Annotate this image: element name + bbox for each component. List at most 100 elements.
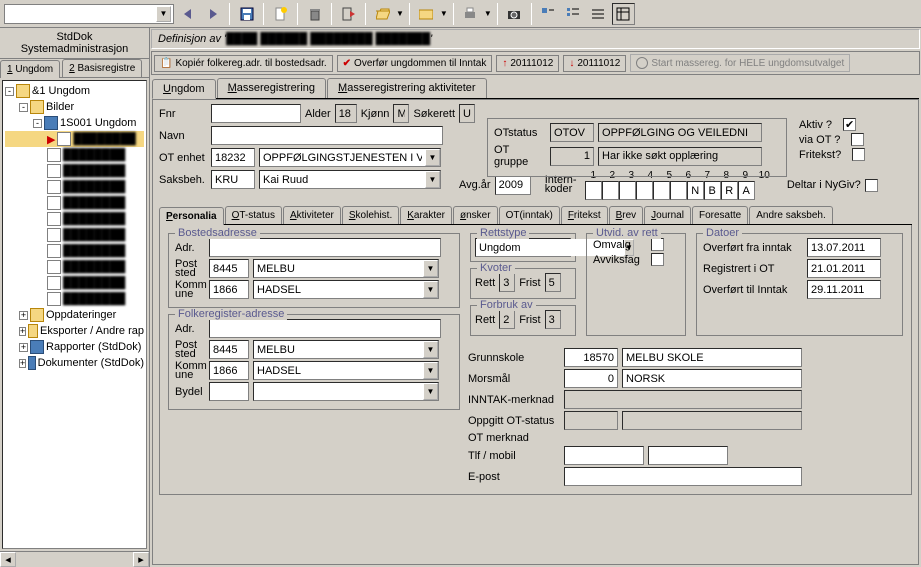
internkode-field[interactable] bbox=[602, 181, 619, 200]
main-panel: Definisjon av '████ ██████ ████████ ████… bbox=[150, 28, 921, 567]
overfort-til-field[interactable] bbox=[807, 280, 881, 299]
epost-field[interactable] bbox=[564, 467, 802, 486]
internkode-field[interactable] bbox=[721, 181, 738, 200]
subtab-otstatus[interactable]: OT-status bbox=[225, 206, 282, 224]
aktiv-checkbox[interactable]: ✔ bbox=[843, 118, 856, 131]
avgar-label: Avg.år bbox=[459, 179, 491, 191]
open-icon[interactable] bbox=[371, 3, 394, 25]
epost-label: E-post bbox=[468, 471, 560, 483]
viaot-checkbox[interactable] bbox=[851, 133, 864, 146]
tab-masseregistrering[interactable]: Masseregistrering bbox=[217, 78, 326, 98]
subtab-fritekst[interactable]: Fritekst bbox=[561, 206, 608, 224]
subtab-andresaksbeh[interactable]: Andre saksbeh. bbox=[749, 206, 833, 224]
grunnskole-code[interactable] bbox=[564, 348, 618, 367]
internkoder-label: Intern-koder bbox=[545, 176, 581, 194]
subtab-aktiviteter[interactable]: Aktiviteter bbox=[283, 206, 341, 224]
bosted-post-combo[interactable]: ▼ bbox=[253, 259, 439, 278]
overfor-inntak-button[interactable]: ✔Overfør ungdommen til Inntak bbox=[337, 55, 493, 72]
copy-folkereg-button[interactable]: 📋Kopiér folkereg.adr. til bostedsadr. bbox=[154, 55, 333, 72]
otenhet-code-field[interactable] bbox=[211, 148, 255, 167]
avgar-field[interactable] bbox=[495, 176, 531, 195]
subtab-otinntak[interactable]: OT(inntak) bbox=[499, 206, 560, 224]
avviksfag-checkbox[interactable] bbox=[651, 253, 664, 266]
internkode-field[interactable] bbox=[585, 181, 602, 200]
internkode-field[interactable] bbox=[636, 181, 653, 200]
tab-ungdom[interactable]: 1 Ungdom bbox=[0, 60, 60, 78]
camera-icon[interactable] bbox=[503, 3, 526, 25]
saksbeh-code-field[interactable] bbox=[211, 170, 255, 189]
folkereg-komm-code[interactable] bbox=[209, 361, 249, 380]
toolbar-combo[interactable]: ▼ bbox=[4, 4, 174, 24]
print-icon[interactable] bbox=[459, 3, 482, 25]
folder-icon[interactable] bbox=[415, 3, 438, 25]
sub-tabs: PersonaliaOT-statusAktiviteterSkolehist.… bbox=[159, 206, 912, 225]
tlf1-field[interactable] bbox=[564, 446, 644, 465]
avviksfag-label: Avviksfag bbox=[593, 254, 647, 266]
navn-field[interactable] bbox=[211, 126, 443, 145]
bosted-post-code[interactable] bbox=[209, 259, 249, 278]
nav-next-button[interactable] bbox=[201, 3, 224, 25]
view-large-icon[interactable] bbox=[537, 3, 560, 25]
chevron-down-icon[interactable]: ▼ bbox=[156, 6, 171, 22]
internkode-field[interactable] bbox=[619, 181, 636, 200]
nav-prev-button[interactable] bbox=[176, 3, 199, 25]
internkode-field[interactable] bbox=[670, 181, 687, 200]
saksbeh-combo[interactable]: ▼ bbox=[259, 170, 441, 189]
fritekst-label: Fritekst? bbox=[799, 149, 841, 161]
bydel-code[interactable] bbox=[209, 382, 249, 401]
rettstype-combo[interactable]: ▼ bbox=[475, 238, 571, 257]
grunnskole-label: Grunnskole bbox=[468, 352, 560, 364]
subtab-brev[interactable]: Brev bbox=[609, 206, 644, 224]
internkode-field[interactable] bbox=[738, 181, 755, 200]
tlf2-field[interactable] bbox=[648, 446, 728, 465]
view-list-icon[interactable] bbox=[587, 3, 610, 25]
otstatus-code bbox=[550, 123, 594, 142]
morsmal-code[interactable] bbox=[564, 369, 618, 388]
tab-ungdom-main[interactable]: Ungdom bbox=[152, 79, 216, 99]
deltar-checkbox[interactable] bbox=[865, 179, 878, 192]
bosted-komm-code[interactable] bbox=[209, 280, 249, 299]
morsmal-text[interactable] bbox=[622, 369, 802, 388]
tree-hscroll[interactable]: ◂ ▸ bbox=[0, 551, 149, 567]
year-up-button[interactable]: ↑20111012 bbox=[496, 55, 559, 72]
fritekst-checkbox[interactable] bbox=[852, 148, 865, 161]
rettstype-fieldset: Rettstype ▼ bbox=[470, 233, 576, 262]
omvalg-checkbox[interactable] bbox=[651, 238, 664, 251]
internkode-field[interactable] bbox=[653, 181, 670, 200]
internkode-field[interactable] bbox=[704, 181, 721, 200]
sokerett-field bbox=[459, 104, 475, 123]
exit-icon[interactable] bbox=[337, 3, 360, 25]
folkereg-komm-combo[interactable]: ▼ bbox=[253, 361, 439, 380]
folkereg-komm-label: Komm une bbox=[175, 362, 205, 380]
delete-icon[interactable] bbox=[303, 3, 326, 25]
bosted-legend: Bostedsadresse bbox=[175, 227, 260, 239]
folkereg-adr-field[interactable] bbox=[209, 319, 441, 338]
subtab-foresatte[interactable]: Foresatte bbox=[692, 206, 748, 224]
subtab-personalia[interactable]: Personalia bbox=[159, 207, 224, 225]
fnr-field[interactable] bbox=[211, 104, 301, 123]
grunnskole-text[interactable] bbox=[622, 348, 802, 367]
bosted-komm-combo[interactable]: ▼ bbox=[253, 280, 439, 299]
view-small-icon[interactable] bbox=[562, 3, 585, 25]
view-details-icon[interactable] bbox=[612, 3, 635, 25]
internkode-field[interactable] bbox=[687, 181, 704, 200]
subtab-skolehist[interactable]: Skolehist. bbox=[342, 206, 399, 224]
tree-view[interactable]: -&1 Ungdom -Bilder -1S001 Ungdom ▶██████… bbox=[2, 80, 147, 549]
overfort-fra-field[interactable] bbox=[807, 238, 881, 257]
bydel-combo[interactable]: ▼ bbox=[253, 382, 439, 401]
otgruppe-code bbox=[550, 147, 594, 166]
registrert-ot-field[interactable] bbox=[807, 259, 881, 278]
bosted-adr-field[interactable] bbox=[209, 238, 441, 257]
folkereg-post-code[interactable] bbox=[209, 340, 249, 359]
subtab-journal[interactable]: Journal bbox=[644, 206, 691, 224]
tlf-label: Tlf / mobil bbox=[468, 450, 560, 462]
otenhet-combo[interactable]: ▼ bbox=[259, 148, 441, 167]
tab-basisregistre[interactable]: 2 Basisregistre bbox=[62, 59, 142, 77]
tab-masseregistrering-aktiviteter[interactable]: Masseregistrering aktiviteter bbox=[327, 78, 487, 98]
save-icon[interactable] bbox=[235, 3, 258, 25]
year-down-button[interactable]: ↓20111012 bbox=[563, 55, 626, 72]
subtab-karakter[interactable]: Karakter bbox=[400, 206, 452, 224]
subtab-nsker[interactable]: ønsker bbox=[453, 206, 498, 224]
new-icon[interactable] bbox=[269, 3, 292, 25]
folkereg-post-combo[interactable]: ▼ bbox=[253, 340, 439, 359]
